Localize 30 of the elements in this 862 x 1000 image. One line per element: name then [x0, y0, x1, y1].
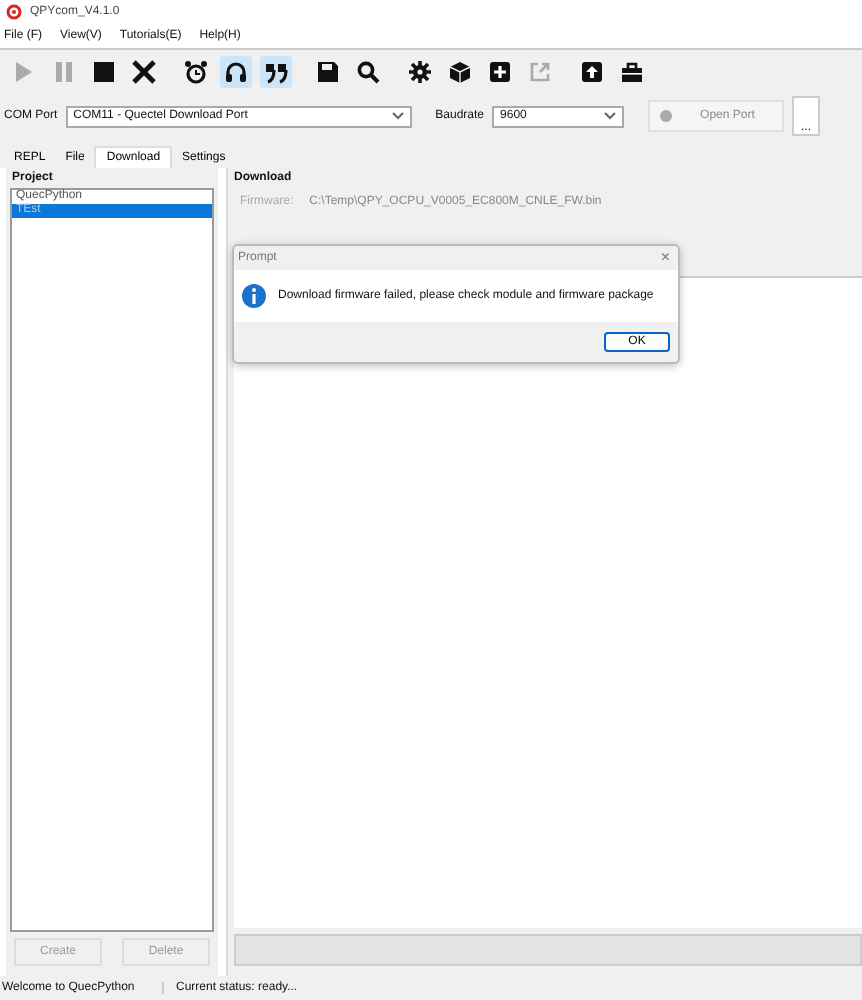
- quote-icon: [264, 60, 288, 84]
- alarm-clock-icon: [184, 60, 208, 84]
- play-icon: [12, 60, 36, 84]
- headset-icon: [224, 60, 248, 84]
- cube-icon: [448, 60, 472, 84]
- external-link-icon: [528, 60, 552, 84]
- chevron-down-icon: [391, 112, 404, 120]
- close-button[interactable]: ×: [660, 250, 670, 266]
- plus-square-button[interactable]: [484, 56, 516, 88]
- cube-button[interactable]: [444, 56, 476, 88]
- upload-icon: [580, 60, 604, 84]
- stop-button[interactable]: [88, 56, 120, 88]
- close-icon: [132, 60, 156, 84]
- upload-button[interactable]: [576, 56, 608, 88]
- stop-icon: [92, 60, 116, 84]
- alarm-clock-button[interactable]: [180, 56, 212, 88]
- settings-icon: [408, 60, 432, 84]
- floppy-disk-button[interactable]: [312, 56, 344, 88]
- pause-icon: [52, 60, 76, 84]
- search-button[interactable]: [352, 56, 384, 88]
- quote-button[interactable]: [260, 56, 292, 88]
- toolbox-icon: [620, 60, 644, 84]
- search-icon: [356, 60, 380, 84]
- settings-button[interactable]: [404, 56, 436, 88]
- app-logo-icon: [6, 4, 22, 20]
- info-icon: [242, 284, 266, 308]
- close-button[interactable]: [128, 56, 160, 88]
- plus-square-icon: [488, 60, 512, 84]
- headset-button[interactable]: [220, 56, 252, 88]
- chevron-down-icon: [604, 112, 617, 120]
